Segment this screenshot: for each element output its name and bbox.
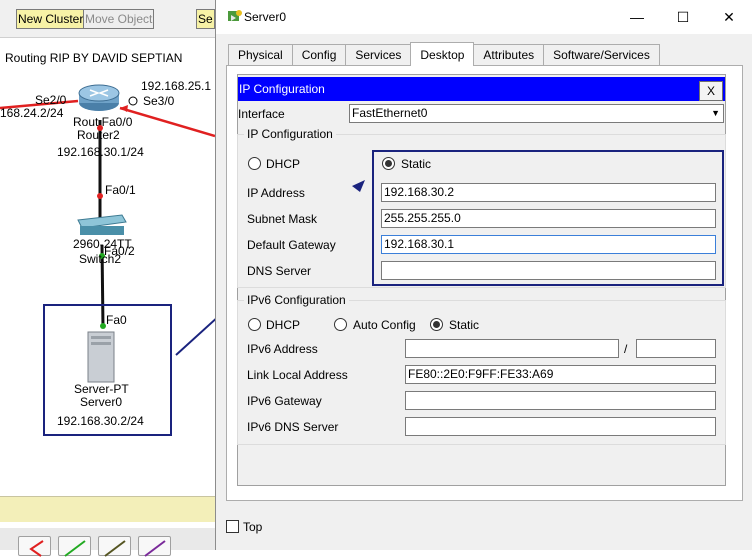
dns-server-label: DNS Server	[247, 264, 312, 278]
console-cable-icon[interactable]	[138, 536, 171, 557]
tab-physical[interactable]: Physical	[228, 44, 293, 66]
ip-config-close-button[interactable]: X	[699, 81, 723, 101]
link-status-red	[97, 193, 103, 199]
window-title: Server0	[244, 10, 287, 24]
ip-address-label: IP Address	[247, 186, 305, 200]
annotation-arrow	[175, 318, 215, 356]
net-label-ip25: 192.168.25.1	[141, 79, 212, 93]
net-label-se3: Se3/0	[143, 94, 175, 108]
packet-tracer-icon	[228, 10, 242, 21]
ipv6-auto-config-label: Auto Config	[353, 318, 416, 332]
straight-cable-icon[interactable]	[58, 536, 91, 557]
canvas-title: Routing RIP BY DAVID SEPTIAN	[5, 51, 183, 65]
serial-link-right	[119, 106, 215, 138]
ipv6-dns-server-label: IPv6 DNS Server	[247, 420, 339, 434]
ipv6-dhcp-label: DHCP	[266, 318, 301, 332]
interface-value: FastEthernet0	[352, 106, 428, 120]
workspace: New Cluster Move Object Se Routing RIP B…	[0, 0, 215, 557]
tab-config[interactable]: Config	[291, 44, 347, 66]
link-local-address-label: Link Local Address	[247, 368, 348, 382]
net-label-se2: Se2/0	[35, 93, 67, 107]
ipv6-dns-server-field[interactable]	[405, 417, 716, 436]
window-titlebar: Server0 — ☐ ✕	[216, 0, 752, 34]
dhcp-radio[interactable]	[248, 157, 261, 170]
router-name: Router2	[77, 128, 120, 142]
static-highlight-box	[372, 150, 724, 286]
dhcp-label: DHCP	[266, 157, 301, 171]
workspace-toolbar: New Cluster Move Object Se	[0, 0, 215, 38]
interface-label: Interface	[238, 107, 285, 121]
ipv6-gateway-label: IPv6 Gateway	[247, 394, 322, 408]
workspace-bottom-bar	[0, 496, 215, 522]
set-tiled-background-button[interactable]: Se	[196, 9, 215, 29]
ipv6-prefix-slash: /	[624, 342, 628, 356]
switch-icon[interactable]	[77, 214, 127, 235]
serial-cable-icon[interactable]	[18, 536, 51, 557]
ipv4-group-title: IP Configuration	[244, 127, 336, 141]
top-checkbox[interactable]	[226, 520, 239, 533]
ipv6-prefix-field[interactable]	[636, 339, 716, 358]
fa01-label: Fa0/1	[105, 183, 136, 197]
maximize-button[interactable]: ☐	[660, 0, 706, 34]
ipv6-dhcp-radio[interactable]	[248, 318, 261, 331]
annotation-arrowhead-icon	[352, 180, 365, 192]
tab-desktop[interactable]: Desktop	[410, 42, 475, 66]
ipv6-gateway-field[interactable]	[405, 391, 716, 410]
minimize-button[interactable]: —	[614, 0, 660, 34]
ipv6-auto-config-radio[interactable]	[334, 318, 347, 331]
new-cluster-button[interactable]: New Cluster	[16, 9, 86, 29]
move-object-button[interactable]: Move Object	[83, 9, 155, 29]
router-ip-label: 192.168.30.1/24	[57, 145, 144, 159]
tab-attributes[interactable]: Attributes	[473, 44, 545, 66]
ipv6-group-title: IPv6 Configuration	[244, 293, 349, 307]
top-label: Top	[243, 520, 263, 534]
ipv6-static-radio[interactable]	[430, 318, 443, 331]
clock-icon	[128, 96, 138, 106]
ipv6-static-label: Static	[449, 318, 480, 332]
interface-select[interactable]: FastEthernet0 ▼	[349, 104, 724, 123]
link-arrow-icon	[120, 105, 128, 112]
tab-services[interactable]: Services	[345, 44, 412, 66]
crossover-cable-icon[interactable]	[98, 536, 131, 557]
ip-configuration-header: IP Configuration X	[238, 77, 725, 101]
net-label-ip24: 168.24.2/24	[0, 106, 64, 120]
subnet-mask-label: Subnet Mask	[247, 212, 318, 226]
chevron-down-icon: ▼	[711, 108, 720, 118]
default-gateway-label: Default Gateway	[247, 238, 336, 252]
server-highlight-box	[43, 304, 172, 436]
ipv6-address-label: IPv6 Address	[247, 342, 318, 356]
ip-configuration-title: IP Configuration	[239, 82, 325, 96]
link-local-address-field[interactable]: FE80::2E0:F9FF:FE33:A69	[405, 365, 716, 384]
tab-software-services[interactable]: Software/Services	[543, 44, 660, 66]
router-icon[interactable]	[78, 84, 120, 111]
switch-name: Switch2	[79, 252, 122, 266]
close-button[interactable]: ✕	[706, 0, 752, 34]
router-port-label: Rout Fa0/0	[73, 115, 133, 129]
tab-bar: Physical Config Services Desktop Attribu…	[228, 42, 660, 66]
ipv6-address-field[interactable]	[405, 339, 619, 358]
window-footer: Top	[216, 503, 752, 550]
